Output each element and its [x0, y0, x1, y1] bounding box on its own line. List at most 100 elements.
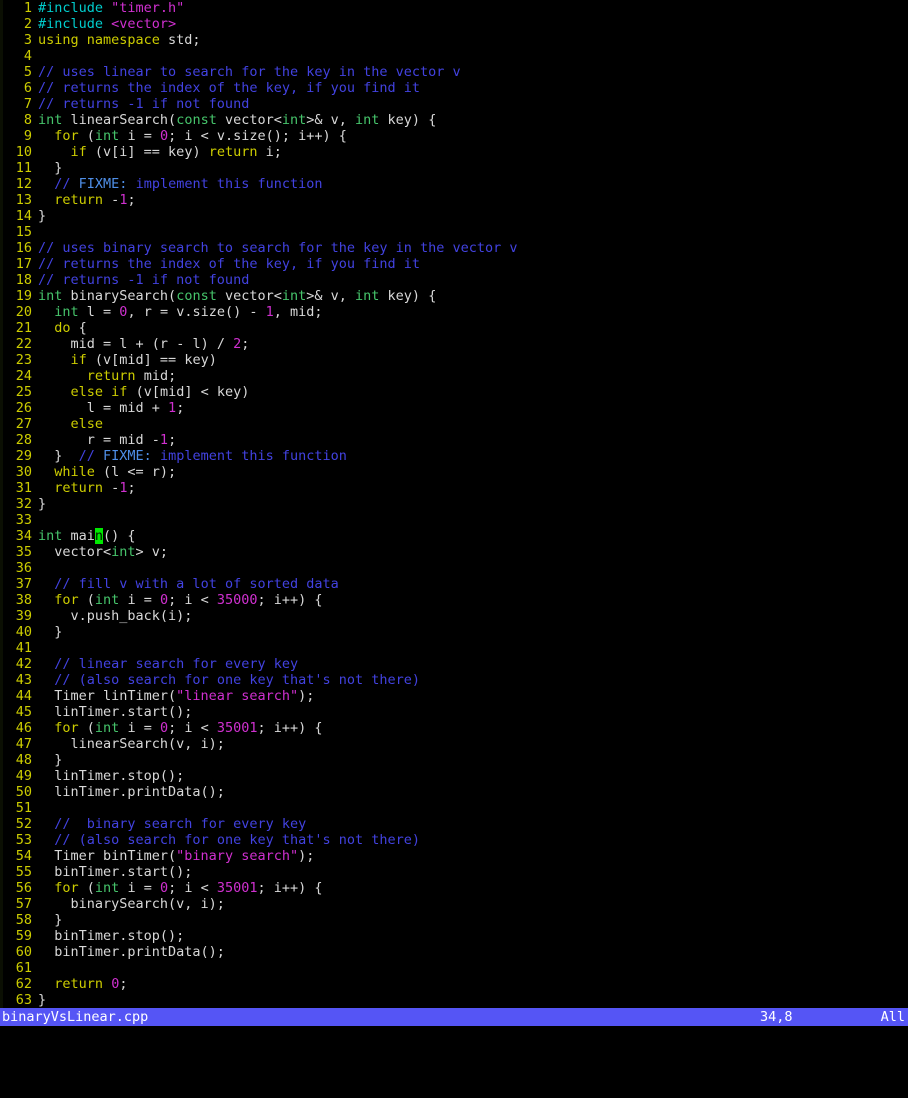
code-line[interactable]: 61	[0, 960, 908, 976]
code-token: vector<	[216, 288, 282, 304]
code-token: return	[54, 480, 104, 496]
code-line[interactable]: 9 for (int i = 0; i < v.size(); i++) {	[0, 128, 908, 144]
code-line[interactable]: 58 }	[0, 912, 908, 928]
code-line[interactable]: 1 #include "timer.h"	[0, 0, 908, 16]
code-token: return	[86, 368, 136, 384]
text-cursor: n	[94, 528, 104, 544]
code-line[interactable]: 57 binarySearch(v, i);	[0, 896, 908, 912]
code-line[interactable]: 39 v.push_back(i);	[0, 608, 908, 624]
code-line[interactable]: 4	[0, 48, 908, 64]
code-token: {	[70, 320, 87, 336]
code-line[interactable]: 12 // FIXME: implement this function	[0, 176, 908, 192]
code-token: (	[78, 128, 95, 144]
code-token: (l <= r);	[94, 464, 177, 480]
code-token: binTimer.stop();	[38, 928, 185, 944]
code-line[interactable]: 46 for (int i = 0; i < 35001; i++) {	[0, 720, 908, 736]
line-number: 9	[23, 128, 32, 144]
code-line[interactable]: 38 for (int i = 0; i < 35000; i++) {	[0, 592, 908, 608]
line-number: 40	[15, 624, 32, 640]
code-line[interactable]: 17 // returns the index of the key, if yo…	[0, 256, 908, 272]
code-line[interactable]: 44 Timer linTimer("linear search");	[0, 688, 908, 704]
code-line[interactable]: 24 return mid;	[0, 368, 908, 384]
code-token: implement this function	[151, 448, 347, 464]
statusline-scroll-position: All	[880, 1009, 905, 1025]
code-token: binTimer.printData();	[38, 944, 225, 960]
code-line[interactable]: 14}	[0, 208, 908, 224]
code-line[interactable]: 59 binTimer.stop();	[0, 928, 908, 944]
code-line[interactable]: 29 } // FIXME: implement this function	[0, 448, 908, 464]
code-line[interactable]: 33	[0, 512, 908, 528]
code-line[interactable]: 2 #include <vector>	[0, 16, 908, 32]
code-line[interactable]: 37 // fill v with a lot of sorted data	[0, 576, 908, 592]
code-line[interactable]: 45 linTimer.start();	[0, 704, 908, 720]
code-line[interactable]: 48 }	[0, 752, 908, 768]
code-line[interactable]: 19 int binarySearch(const vector<int>& v,…	[0, 288, 908, 304]
code-buffer[interactable]: 1 #include "timer.h" 2 #include <vector> 3 us…	[0, 0, 908, 1008]
code-line[interactable]: 42 // linear search for every key	[0, 656, 908, 672]
code-token: int	[281, 112, 307, 128]
code-line[interactable]: 35 vector<int> v;	[0, 544, 908, 560]
code-line[interactable]: 6 // returns the index of the key, if you…	[0, 80, 908, 96]
code-line[interactable]: 16 // uses binary search to search for th…	[0, 240, 908, 256]
line-number: 37	[15, 576, 32, 592]
code-line[interactable]: 13 return -1;	[0, 192, 908, 208]
code-line[interactable]: 30 while (l <= r);	[0, 464, 908, 480]
code-line[interactable]: 15	[0, 224, 908, 240]
code-line[interactable]: 51	[0, 800, 908, 816]
code-line[interactable]: 41	[0, 640, 908, 656]
code-token: 35000	[216, 592, 258, 608]
code-line[interactable]: 56 for (int i = 0; i < 35001; i++) {	[0, 880, 908, 896]
code-line[interactable]: 21 do {	[0, 320, 908, 336]
vim-terminal[interactable]: 1 #include "timer.h" 2 #include <vector> 3 us…	[0, 0, 908, 1039]
code-line[interactable]: 3 using namespace std;	[0, 32, 908, 48]
code-line[interactable]: 34 int main() {	[0, 528, 908, 544]
code-line[interactable]: 23 if (v[mid] == key)	[0, 352, 908, 368]
code-line[interactable]: 55 binTimer.start();	[0, 864, 908, 880]
code-token: }	[38, 752, 63, 768]
line-number: 35	[15, 544, 32, 560]
line-number: 33	[15, 512, 32, 528]
line-number: 13	[15, 192, 32, 208]
code-token: // (also search for one key that's not t…	[54, 672, 421, 688]
code-line[interactable]: 22 mid = l + (r - l) / 2;	[0, 336, 908, 352]
code-line[interactable]: 20 int l = 0, r = v.size() - 1, mid;	[0, 304, 908, 320]
code-line[interactable]: 5 // uses linear to search for the key in…	[0, 64, 908, 80]
code-token: (v[mid] == key)	[86, 352, 217, 368]
code-line[interactable]: 8 int linearSearch(const vector<int>& v, …	[0, 112, 908, 128]
code-token: key) {	[379, 112, 437, 128]
code-token: std;	[159, 32, 201, 48]
code-line[interactable]: 53 // (also search for one key that's no…	[0, 832, 908, 848]
code-line[interactable]: 49 linTimer.stop();	[0, 768, 908, 784]
code-line[interactable]: 28 r = mid -1;	[0, 432, 908, 448]
vim-command-line[interactable]	[0, 1026, 908, 1039]
code-line[interactable]: 18 // returns -1 if not found	[0, 272, 908, 288]
code-line[interactable]: 40 }	[0, 624, 908, 640]
code-text: for (int i = 0; i < v.size(); i++) {	[38, 128, 347, 144]
code-line[interactable]: 25 else if (v[mid] < key)	[0, 384, 908, 400]
code-line[interactable]: 7 // returns -1 if not found	[0, 96, 908, 112]
line-number: 57	[15, 896, 32, 912]
line-number: 14	[15, 208, 32, 224]
code-token: int	[94, 128, 120, 144]
code-token: //	[78, 448, 104, 464]
code-line[interactable]: 11 }	[0, 160, 908, 176]
code-line[interactable]: 47 linearSearch(v, i);	[0, 736, 908, 752]
code-line[interactable]: 10 if (v[i] == key) return i;	[0, 144, 908, 160]
line-number: 20	[15, 304, 32, 320]
code-token: , r = v.size() -	[127, 304, 266, 320]
code-line[interactable]: 60 binTimer.printData();	[0, 944, 908, 960]
code-line[interactable]: 31 return -1;	[0, 480, 908, 496]
code-line[interactable]: 26 l = mid + 1;	[0, 400, 908, 416]
code-line[interactable]: 52 // binary search for every key	[0, 816, 908, 832]
code-line[interactable]: 43 // (also search for one key that's no…	[0, 672, 908, 688]
code-line[interactable]: 27 else	[0, 416, 908, 432]
code-line[interactable]: 62 return 0;	[0, 976, 908, 992]
code-line[interactable]: 36	[0, 560, 908, 576]
code-line[interactable]: 54 Timer binTimer("binary search");	[0, 848, 908, 864]
code-line[interactable]: 63}	[0, 992, 908, 1008]
code-text: return mid;	[38, 368, 176, 384]
code-line[interactable]: 50 linTimer.printData();	[0, 784, 908, 800]
code-line[interactable]: 32}	[0, 496, 908, 512]
